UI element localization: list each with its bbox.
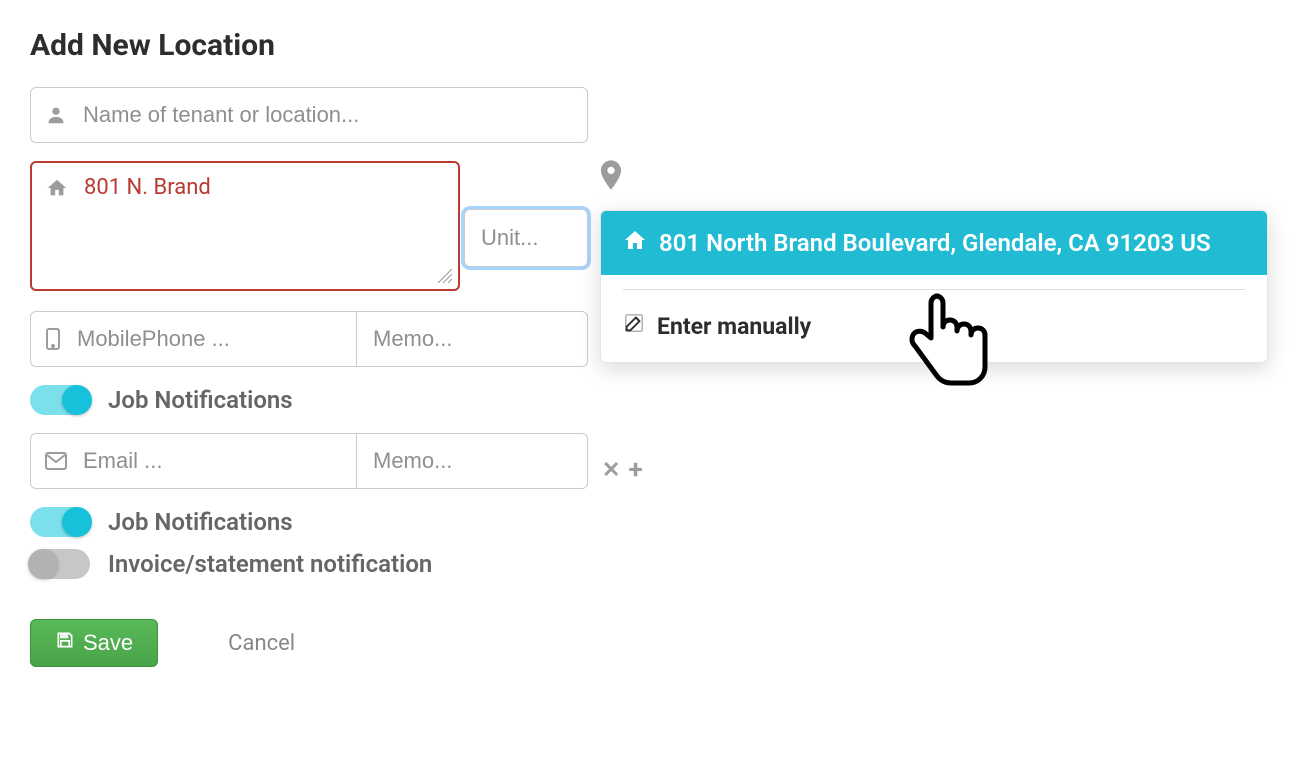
email-field[interactable] <box>30 433 356 489</box>
email-input[interactable] <box>81 447 342 475</box>
enter-manually-button[interactable]: Enter manually <box>601 290 1267 362</box>
envelope-icon <box>45 452 67 470</box>
unit-input[interactable] <box>479 224 573 252</box>
phone-memo-input[interactable] <box>371 325 573 353</box>
save-button[interactable]: Save <box>30 619 158 667</box>
invoice-notification-toggle[interactable] <box>30 549 90 579</box>
email-memo-input[interactable] <box>371 447 573 475</box>
mobile-icon <box>45 327 61 351</box>
address-suggestion-item[interactable]: 801 North Brand Boulevard, Glendale, CA … <box>601 211 1267 275</box>
tenant-name-input[interactable] <box>81 101 573 129</box>
phone-job-notifications-toggle[interactable] <box>30 385 90 415</box>
email-remove-button[interactable]: ✕ <box>602 458 620 483</box>
home-icon <box>46 177 68 203</box>
phone-job-notifications-label: Job Notifications <box>108 386 293 414</box>
email-job-notifications-label: Job Notifications <box>108 508 293 536</box>
email-add-button[interactable]: + <box>628 455 642 485</box>
save-button-label: Save <box>83 630 133 656</box>
person-icon <box>45 104 67 126</box>
address-suggestion-popup: 801 North Brand Boulevard, Glendale, CA … <box>600 210 1268 363</box>
cancel-button[interactable]: Cancel <box>228 631 295 656</box>
mobile-phone-field[interactable] <box>30 311 356 367</box>
address-suggestion-text: 801 North Brand Boulevard, Glendale, CA … <box>659 229 1211 257</box>
email-memo-field[interactable] <box>356 433 588 489</box>
page-title: Add New Location <box>30 28 1266 63</box>
address-field[interactable]: 801 N. Brand <box>30 161 460 291</box>
tenant-name-field[interactable] <box>30 87 588 143</box>
edit-icon <box>623 312 645 340</box>
email-job-notifications-toggle[interactable] <box>30 507 90 537</box>
enter-manually-label: Enter manually <box>657 313 811 340</box>
save-icon <box>55 630 75 656</box>
home-icon <box>623 229 647 257</box>
mobile-phone-input[interactable] <box>75 325 342 353</box>
unit-field[interactable] <box>464 209 588 267</box>
phone-memo-field[interactable] <box>356 311 588 367</box>
address-input[interactable]: 801 N. Brand <box>82 173 444 279</box>
map-pin-icon <box>600 160 622 194</box>
invoice-notification-label: Invoice/statement notification <box>108 550 432 578</box>
